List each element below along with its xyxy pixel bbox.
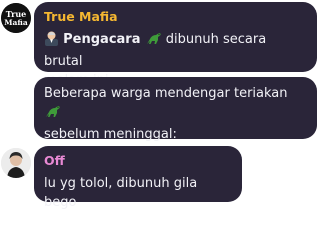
user-photo (1, 148, 31, 178)
sender-name: True Mafia (44, 9, 118, 24)
message-text: lu yg tolol, dibunuh gila bego (44, 176, 198, 210)
dinosaur-icon (44, 104, 61, 125)
message-line-1: Pengacara dibunuh secara brutal (44, 30, 307, 71)
user-avatar[interactable] (1, 148, 31, 178)
bot-message-bubble: True Mafia Pengacara dibunuh secara brut… (34, 2, 317, 88)
message-line-2: sebelum meninggal: (44, 127, 177, 142)
user-message-bubble: Off lu yg tolol, dibunuh gila bego (34, 146, 242, 210)
role-name: Pengacara (63, 32, 141, 47)
message-text: Beberapa warga mendengar teriakan (44, 86, 288, 101)
lawyer-icon (44, 30, 59, 52)
dinosaur-icon (145, 31, 162, 52)
sender-name: Off (44, 153, 65, 168)
true-mafia-logo: True Mafia (1, 3, 31, 33)
bot-message-bubble-2: Beberapa warga mendengar teriakan sebelu… (34, 77, 317, 161)
logo-text-line2: Mafia (4, 18, 28, 27)
message-line-1: Beberapa warga mendengar teriakan (44, 84, 307, 125)
bot-avatar[interactable]: True Mafia (1, 3, 31, 33)
